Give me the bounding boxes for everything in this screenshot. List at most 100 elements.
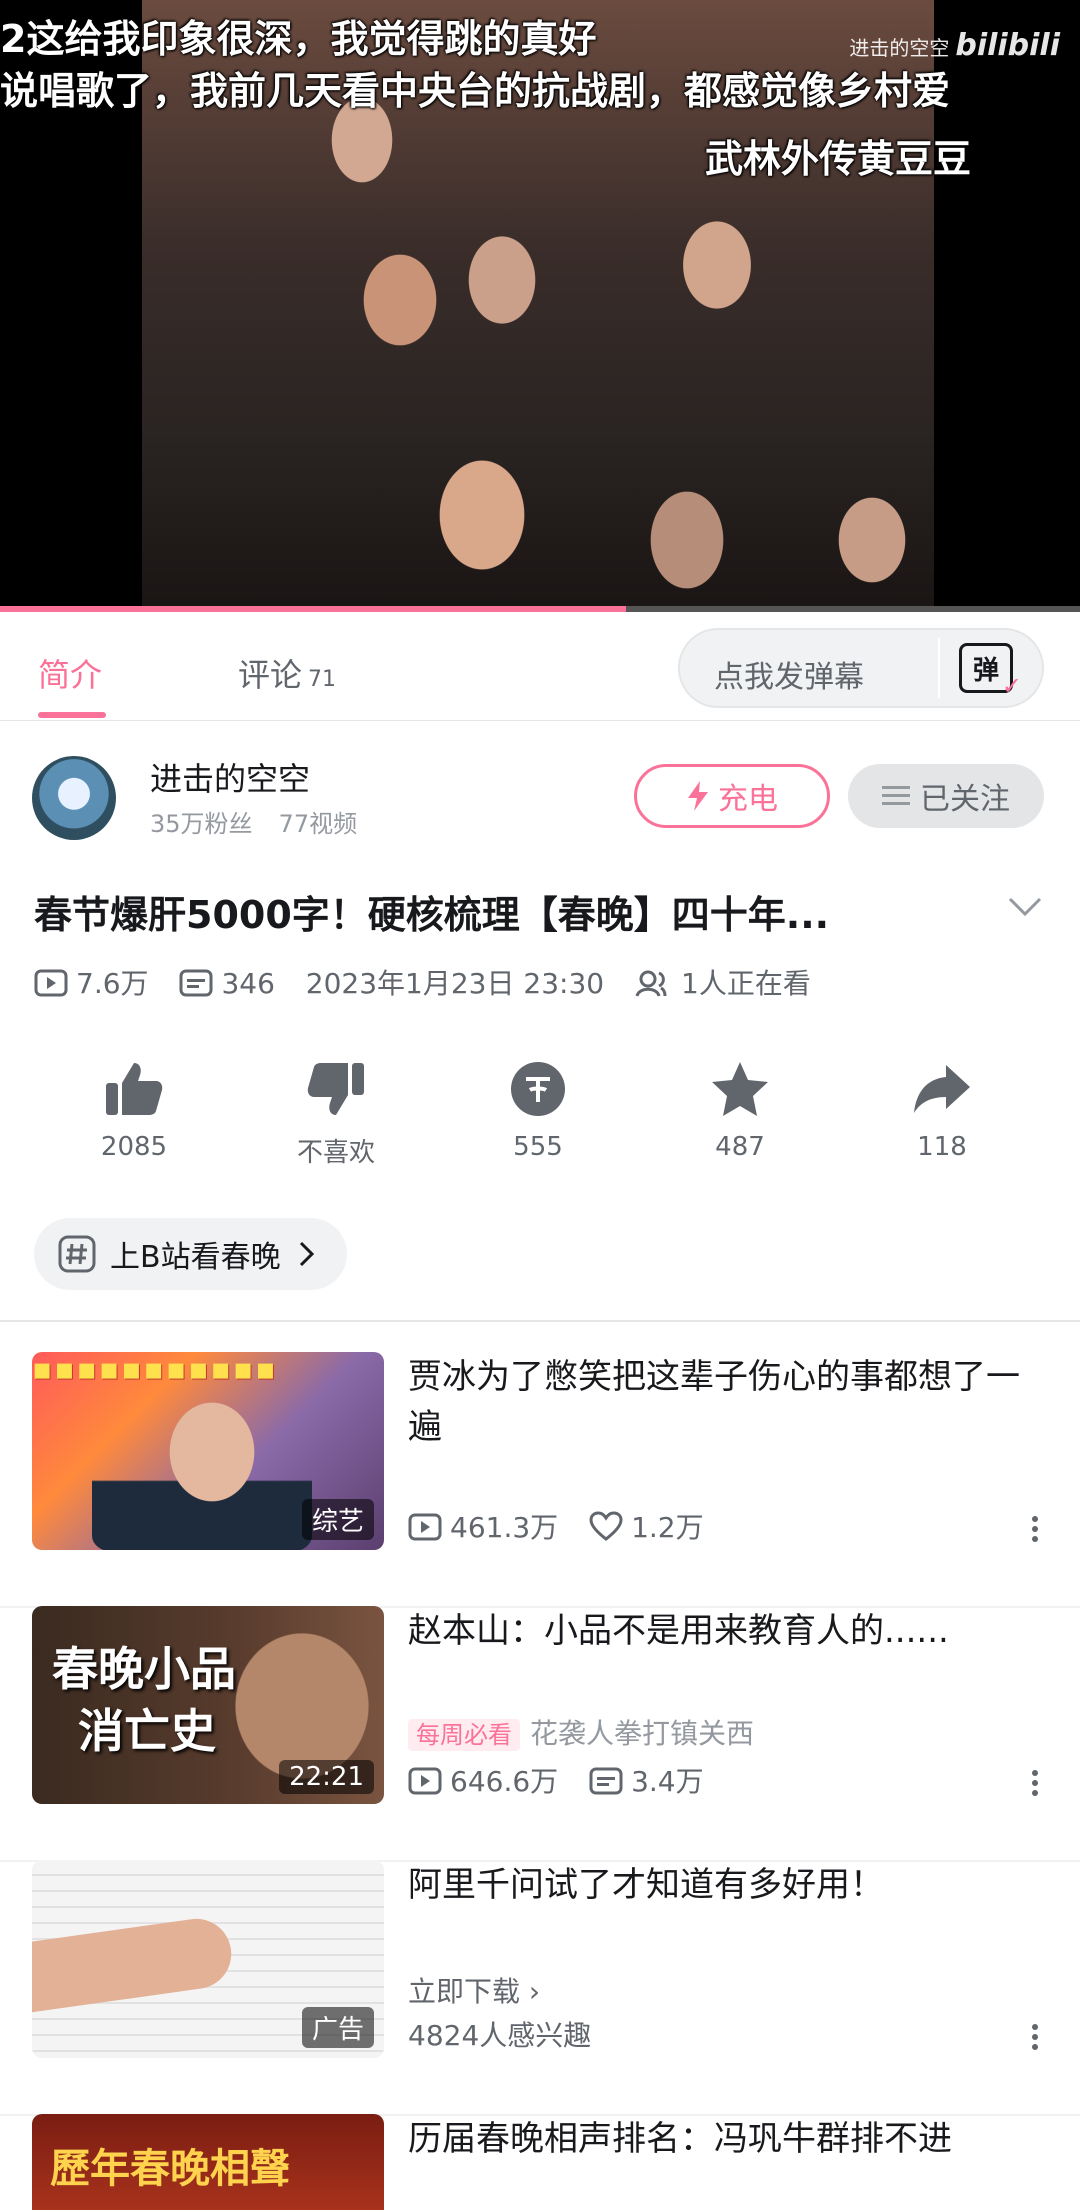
thumbnail-text: 春晚小品 消亡史 <box>52 1638 236 1762</box>
charge-button[interactable]: 充电 <box>634 764 830 828</box>
category-badge: 综艺 <box>301 1499 374 1540</box>
card-thumbnail[interactable]: 广告 <box>32 1860 384 2058</box>
tab-comments[interactable]: 评论 71 <box>238 650 336 696</box>
duration-badge: 22:21 <box>279 1760 374 1794</box>
ad-card[interactable]: 广告 阿里千问试了才知道有多好用！ 立即下载 › 4824人感兴趣 <box>0 1860 1080 2116</box>
video-meta: 7.6万 346 2023年1月23日 23:30 1人正在看 <box>34 962 833 1002</box>
follow-button[interactable]: 已关注 <box>848 764 1044 828</box>
card-thumbnail[interactable]: 歷年春晚相聲 <box>32 2114 384 2210</box>
more-options-icon[interactable] <box>1032 1512 1040 1546</box>
card-title[interactable]: 贾冰为了憋笑把这辈子伤心的事都想了一遍 <box>408 1352 1038 1452</box>
coin-count: 555 <box>513 1132 563 1162</box>
card-danmaku: 3.4万 <box>631 1765 704 1798</box>
danmaku-line: 说唱歌了，我前几天看中央台的抗战剧，都感觉像乡村爱 <box>0 69 951 113</box>
card-thumbnail[interactable]: ▪▪▪▪▪▪▪▪▪▪▪ 综艺 <box>32 1352 384 1550</box>
play-count-icon <box>408 1767 442 1795</box>
uploader-name[interactable]: 进击的空空 <box>150 754 310 800</box>
topic-tag-label: 上B站看春晚 <box>110 1240 281 1275</box>
avatar[interactable] <box>32 756 116 840</box>
video-player[interactable]: 2这给我印象很深，我觉得跳的真好 说唱歌了，我前几天看中央台的抗战剧，都感觉像乡… <box>0 0 1080 612</box>
like-button[interactable]: 2085 <box>74 1054 194 1162</box>
card-thumbnail[interactable]: 春晚小品 消亡史 22:21 <box>32 1606 384 1804</box>
uploader-stats: 35万粉丝 77视频 <box>150 804 383 839</box>
watermark-user: 进击的空空 <box>849 36 950 60</box>
more-options-icon[interactable] <box>1032 2020 1040 2054</box>
chevron-down-icon[interactable] <box>1008 890 1042 925</box>
danmaku-line: 武林外传黄豆豆 <box>705 137 972 181</box>
share-icon <box>914 1065 970 1113</box>
recommend-card[interactable]: 歷年春晚相聲 历届春晚相声排名：冯巩牛群排不进 <box>0 2114 1080 2210</box>
bilibili-logo: bilibili <box>955 28 1060 63</box>
thumbnail-text-line: 春晚小品 <box>52 1642 236 1696</box>
ad-badge: 广告 <box>301 2007 374 2048</box>
thumbs-up-icon <box>106 1063 163 1115</box>
card-title[interactable]: 阿里千问试了才知道有多好用！ <box>408 1860 1038 1910</box>
download-link[interactable]: 立即下载 › <box>408 1970 540 2010</box>
card-stats: 461.3万 1.2万 <box>408 1506 726 1546</box>
tab-comments-label: 评论 <box>238 656 303 694</box>
chevron-right-icon <box>299 1241 314 1267</box>
tab-indicator <box>38 712 106 718</box>
tab-intro[interactable]: 简介 <box>38 650 102 696</box>
video-title: 春节爆肝5000字！硬核梳理【春晚】四十年... <box>34 893 830 937</box>
danmaku-icon: 弹 <box>959 643 1022 700</box>
coin-button[interactable]: 555 <box>478 1054 598 1162</box>
favorite-count: 487 <box>715 1132 765 1162</box>
card-likes: 1.2万 <box>631 1511 704 1544</box>
interest-count: 4824人感兴趣 <box>408 2019 592 2052</box>
card-title[interactable]: 赵本山：小品不是用来教育人的...... <box>408 1606 1038 1656</box>
danmaku-input[interactable]: 点我发弹幕 弹 <box>678 628 1044 708</box>
card-owner-row: 每周必看 花袭人拳打镇关西 <box>408 1712 754 1752</box>
danmaku-count-icon <box>179 969 213 997</box>
coin-icon <box>511 1062 565 1116</box>
watching-count: 1人正在看 <box>681 967 811 1000</box>
thumbnail-text-line: 消亡史 <box>78 1704 216 1758</box>
card-plays: 461.3万 <box>450 1511 559 1544</box>
danmaku-placeholder: 点我发弹幕 <box>714 660 864 695</box>
star-icon <box>712 1062 768 1116</box>
heart-icon <box>589 1511 623 1541</box>
card-stats: 646.6万 3.4万 <box>408 1760 726 1800</box>
recommend-card[interactable]: ▪▪▪▪▪▪▪▪▪▪▪ 综艺 贾冰为了憋笑把这辈子伤心的事都想了一遍 461.3… <box>0 1352 1080 1608</box>
like-count: 2085 <box>100 1132 168 1162</box>
download-label: 立即下载 <box>408 1975 521 2008</box>
video-count: 77视频 <box>278 810 358 838</box>
danmaku-line: 2这给我印象很深，我觉得跳的真好 <box>0 17 597 61</box>
danmaku-toggle-button[interactable]: 弹 <box>938 638 1032 700</box>
video-watermark: 进击的空空 bilibili <box>849 28 1060 63</box>
card-title[interactable]: 历届春晚相声排名：冯巩牛群排不进 <box>408 2114 1038 2164</box>
share-button[interactable]: 118 <box>882 1054 1002 1162</box>
comment-count: 71 <box>308 667 337 692</box>
dislike-button[interactable]: 不喜欢 <box>276 1054 396 1169</box>
lightning-icon <box>688 781 708 811</box>
uploader-row: 进击的空空 35万粉丝 77视频 充电 已关注 <box>0 752 1080 842</box>
list-icon <box>882 786 910 805</box>
thumbnail-text: 歷年春晚相聲 <box>50 2145 290 2192</box>
tab-bar: 简介 评论 71 点我发弹幕 弹 <box>0 612 1080 721</box>
dislike-label: 不喜欢 <box>296 1138 375 1168</box>
recommend-card[interactable]: 春晚小品 消亡史 22:21 赵本山：小品不是用来教育人的...... 每周必看… <box>0 1606 1080 1862</box>
card-plays: 646.6万 <box>450 1765 559 1798</box>
fans-count: 35万粉丝 <box>150 810 253 838</box>
thumbs-down-icon <box>307 1063 364 1115</box>
play-count: 7.6万 <box>76 967 149 1000</box>
thumbnail-pattern: ▪▪▪▪▪▪▪▪▪▪▪ <box>32 1352 278 1387</box>
follow-label: 已关注 <box>920 782 1010 817</box>
play-count-icon <box>34 969 68 997</box>
danmaku-count: 346 <box>221 967 275 1000</box>
publish-date: 2023年1月23日 23:30 <box>305 967 605 1000</box>
card-owner[interactable]: 花袭人拳打镇关西 <box>530 1717 754 1750</box>
action-bar: 2085 不喜欢 555 487 118 <box>0 1054 1080 1174</box>
more-options-icon[interactable] <box>1032 1766 1040 1800</box>
thumbnail-person <box>92 1392 312 1550</box>
thumbnail-hand <box>32 1914 236 2016</box>
section-divider <box>0 1320 1080 1322</box>
play-count-icon <box>408 1513 442 1541</box>
topic-tag[interactable]: 上B站看春晚 <box>34 1218 347 1290</box>
hashtag-icon <box>58 1235 96 1273</box>
favorite-button[interactable]: 487 <box>680 1054 800 1162</box>
charge-label: 充电 <box>718 782 778 817</box>
weekly-badge: 每周必看 <box>408 1719 520 1751</box>
share-count: 118 <box>917 1132 967 1162</box>
danmaku-count-icon <box>589 1767 623 1795</box>
